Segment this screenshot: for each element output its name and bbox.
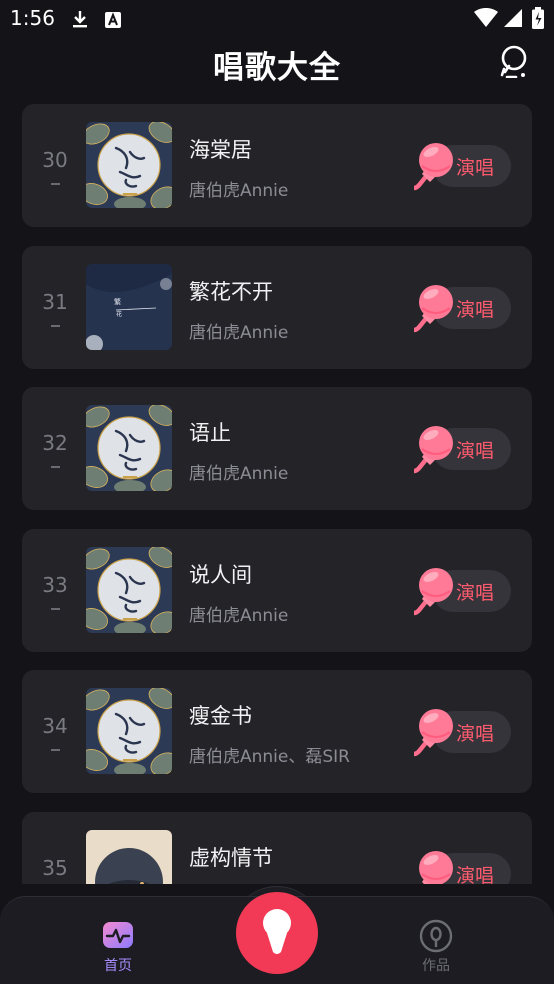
- rank-number: 31: [42, 290, 68, 314]
- app-screen: 1:56 唱歌大全 30 海棠居 唐伯虎Annie 演唱 31 繁 花 繁花不开…: [0, 0, 554, 984]
- rank-change-indicator: [51, 608, 60, 610]
- album-cover[interactable]: 繁 花: [86, 264, 172, 350]
- page-title: 唱歌大全: [213, 50, 341, 86]
- wifi-icon: [474, 8, 498, 27]
- song-list[interactable]: 30 海棠居 唐伯虎Annie 演唱 31 繁 花 繁花不开 唐伯虎Annie …: [22, 104, 532, 884]
- sing-button[interactable]: 演唱: [414, 709, 511, 757]
- signal-icon: [504, 9, 522, 27]
- microphone-icon: [414, 426, 453, 474]
- record-button[interactable]: [236, 892, 318, 974]
- rank-change-indicator: [51, 749, 60, 751]
- nav-item-works[interactable]: 作品: [406, 917, 466, 977]
- sing-button[interactable]: 演唱: [414, 568, 511, 616]
- song-title: 繁花不开: [189, 280, 273, 304]
- rank-change-indicator: [51, 325, 60, 327]
- song-card[interactable]: 31 繁 花 繁花不开 唐伯虎Annie 演唱: [22, 246, 532, 369]
- rank-number: 32: [42, 431, 68, 455]
- sing-button-label: 演唱: [456, 865, 495, 884]
- sing-button[interactable]: 演唱: [414, 851, 511, 884]
- sing-button-label: 演唱: [456, 723, 495, 745]
- song-title: 瘦金书: [189, 704, 252, 728]
- song-card[interactable]: 35 虚构情节 演唱: [22, 812, 532, 884]
- album-cover[interactable]: [86, 830, 172, 884]
- sing-button-label: 演唱: [456, 157, 495, 179]
- svg-text:花: 花: [116, 310, 122, 318]
- rank-number: 34: [42, 714, 68, 738]
- song-artist: 唐伯虎Annie: [189, 181, 289, 201]
- pulse-icon: [103, 922, 133, 948]
- microphone-icon: [263, 909, 291, 954]
- sing-button-label: 演唱: [456, 440, 495, 462]
- microphone-icon: [414, 568, 453, 616]
- rank-number: 33: [42, 573, 68, 597]
- song-card[interactable]: 32 语止 唐伯虎Annie 演唱: [22, 387, 532, 510]
- sing-button-label: 演唱: [456, 582, 495, 604]
- microphone-icon: [414, 709, 453, 757]
- microphone-icon: [414, 143, 453, 191]
- rank-change-indicator: [51, 183, 60, 185]
- sing-button[interactable]: 演唱: [414, 143, 511, 191]
- rank-number: 35: [42, 856, 68, 880]
- song-card[interactable]: 34 瘦金书 唐伯虎Annie、磊SIR 演唱: [22, 670, 532, 793]
- nav-label-home: 首页: [104, 958, 132, 974]
- song-artist: 唐伯虎Annie: [189, 323, 289, 343]
- song-title: 虚构情节: [189, 846, 273, 870]
- song-artist: 唐伯虎Annie、磊SIR: [189, 747, 350, 767]
- status-bar: 1:56: [0, 0, 554, 38]
- header: 唱歌大全: [0, 38, 554, 88]
- microphone-icon: [414, 285, 453, 333]
- sing-button-label: 演唱: [456, 299, 495, 321]
- song-card[interactable]: 33 说人间 唐伯虎Annie 演唱: [22, 529, 532, 652]
- song-title: 语止: [189, 421, 231, 445]
- rank-number: 30: [42, 148, 68, 172]
- microphone-icon: [419, 851, 453, 884]
- profile-icon[interactable]: [498, 44, 530, 78]
- song-title: 说人间: [189, 563, 252, 587]
- rank-change-indicator: [51, 466, 60, 468]
- song-artist: 唐伯虎Annie: [189, 606, 289, 626]
- album-cover[interactable]: [86, 405, 172, 491]
- album-cover[interactable]: [86, 122, 172, 208]
- song-artist: 唐伯虎Annie: [189, 464, 289, 484]
- nav-label-works: 作品: [422, 958, 450, 974]
- song-title: 海棠居: [189, 138, 252, 162]
- song-card[interactable]: 30 海棠居 唐伯虎Annie 演唱: [22, 104, 532, 227]
- app-notification-icon: [105, 12, 121, 28]
- album-cover[interactable]: [86, 688, 172, 774]
- sing-button[interactable]: 演唱: [414, 285, 511, 333]
- nav-item-home[interactable]: 首页: [88, 917, 148, 977]
- sing-button[interactable]: 演唱: [414, 426, 511, 474]
- download-icon: [73, 11, 87, 28]
- battery-icon: [532, 7, 544, 29]
- works-icon: [419, 919, 453, 953]
- status-time: 1:56: [10, 6, 55, 30]
- album-cover[interactable]: [86, 547, 172, 633]
- svg-text:繁: 繁: [114, 297, 121, 306]
